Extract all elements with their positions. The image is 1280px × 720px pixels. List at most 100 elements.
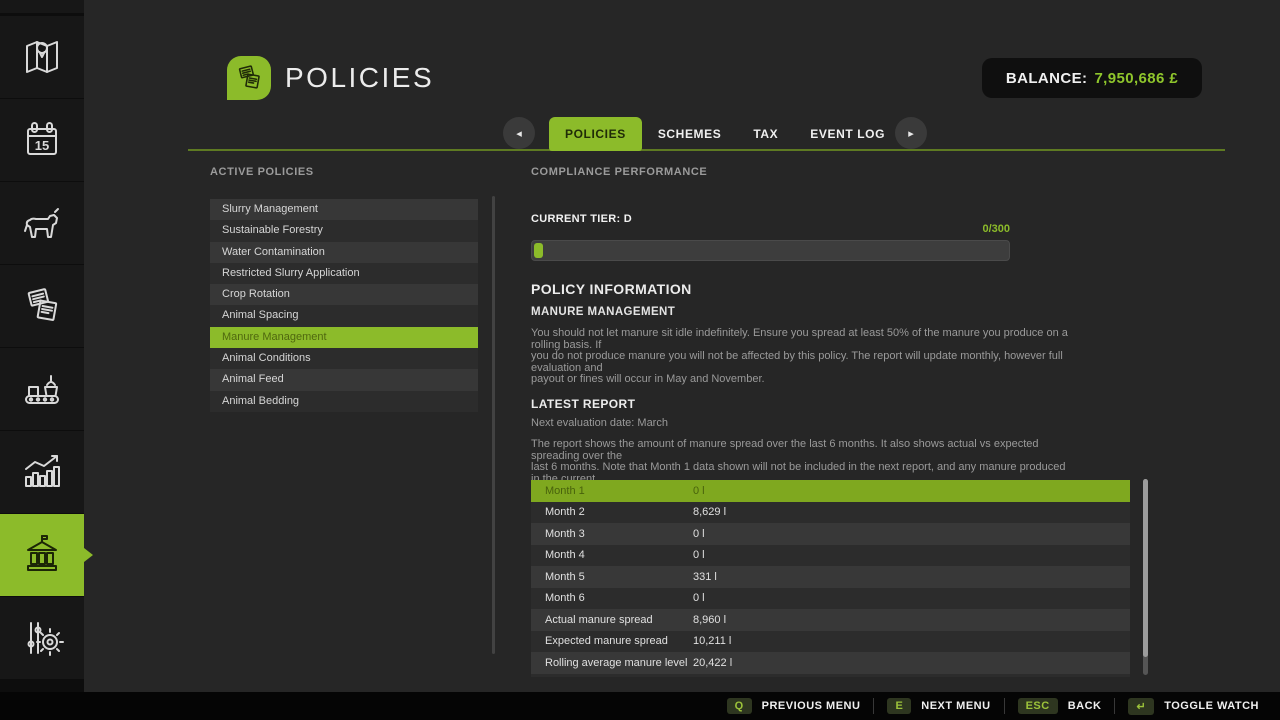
documents-icon [232,61,266,95]
tier-score: 0/300 [531,223,1010,235]
report-row-value: 10,211 l [693,635,731,647]
sidebar-item-animals[interactable] [0,182,84,264]
policy-list-item[interactable]: Restricted Slurry Application [210,263,478,284]
table-scrollbar-track[interactable] [1143,479,1148,675]
key-badge: ESC [1018,698,1058,714]
policy-list-item[interactable]: Crop Rotation [210,284,478,305]
report-row-value: 0 l [693,549,705,561]
report-table-row: Month 5 331 l [531,566,1130,588]
report-row-value: 0 l [693,528,705,540]
tab[interactable]: SCHEMES [642,117,738,151]
report-row-value: 8,960 l [693,614,726,626]
compliance-progress-bar [531,240,1010,261]
report-table-row: Actual manure spread 8,960 l [531,609,1130,631]
tab-prev-button[interactable]: ◂ [503,117,535,149]
report-table-row: Month 3 0 l [531,523,1130,545]
policies-app-icon [227,56,271,100]
report-table-row: Rolling average manure level 20,422 l [531,652,1130,674]
sidebar-item-map[interactable] [0,16,84,98]
sidebar-item-partial [0,0,84,13]
report-table: Month 1 0 l Month 2 8,629 l Month 3 0 l … [531,480,1130,677]
sidebar-item-calendar[interactable]: 15 [0,99,84,181]
report-table-row [531,674,1130,678]
sidebar-item-settings[interactable] [0,597,84,679]
policy-list-item[interactable]: Animal Spacing [210,305,478,326]
compliance-section-title: COMPLIANCE PERFORMANCE [531,166,707,178]
sidebar-item-production[interactable] [0,348,84,430]
report-row-label: Month 5 [531,571,693,583]
shortcut-label: TOGGLE WATCH [1164,700,1259,712]
statistics-icon [18,448,66,496]
report-table-row: Month 2 8,629 l [531,502,1130,524]
report-row-label: Month 1 [531,485,693,497]
balance-value: 7,950,686 £ [1094,70,1178,87]
report-table-row: Month 1 0 l [531,480,1130,502]
report-row-label: Actual manure spread [531,614,693,626]
svg-text:15: 15 [35,138,49,153]
report-table-row: Month 6 0 l [531,588,1130,610]
latest-report-title: LATEST REPORT [531,397,635,411]
report-row-value: 331 l [693,571,717,583]
report-row-label: Month 3 [531,528,693,540]
tab[interactable]: EVENT LOG [794,117,901,151]
map-icon [18,33,66,81]
report-table-row: Month 4 0 l [531,545,1130,567]
report-row-label: Expected manure spread [531,635,693,647]
policy-list-item[interactable]: Slurry Management [210,199,478,220]
policy-description: You should not let manure sit idle indef… [531,328,1076,386]
policy-list-item[interactable]: Sustainable Forestry [210,220,478,241]
policy-info-title: POLICY INFORMATION [531,281,692,297]
tab[interactable]: POLICIES [549,117,642,151]
settings-icon [18,614,66,662]
report-row-label: Month 2 [531,506,693,518]
report-row-value: 0 l [693,485,705,497]
footer-shortcut[interactable]: E NEXT MENU [873,698,1003,714]
report-row-value: 8,629 l [693,506,726,518]
policy-list-item[interactable]: Animal Feed [210,369,478,390]
shortcut-label: PREVIOUS MENU [762,700,861,712]
contracts-icon [18,282,66,330]
shortcut-label: BACK [1068,700,1102,712]
policy-name: MANURE MANAGEMENT [531,306,675,318]
active-policies-title: ACTIVE POLICIES [210,166,314,178]
report-table-row: Expected manure spread 10,211 l [531,631,1130,653]
calendar-icon: 15 [18,116,66,164]
key-badge: Q [727,698,752,714]
key-badge: E [887,698,911,714]
page-title: POLICIES [285,62,434,94]
balance-display: BALANCE: 7,950,686 £ [982,58,1202,98]
arrow-right-icon: ▸ [908,127,914,140]
balance-label: BALANCE: [1006,70,1088,87]
policy-list-item[interactable]: Water Contamination [210,242,478,263]
key-badge: ↵ [1128,698,1154,715]
shortcut-label: NEXT MENU [921,700,990,712]
next-evaluation-date: Next evaluation date: March [531,417,668,429]
main-menu-sidebar: 15 [0,0,84,692]
active-menu-pointer-icon [84,548,93,562]
production-icon [18,365,66,413]
policy-list-item[interactable]: Animal Conditions [210,348,478,369]
animals-icon [18,199,66,247]
compliance-progress-fill [534,243,543,258]
sidebar-item-finances[interactable] [0,514,84,596]
footer-keybar: Q PREVIOUS MENU E NEXT MENU ESC BACK ↵ T… [0,692,1280,720]
policy-list-item[interactable]: Manure Management [210,327,478,348]
panel-scrollbar[interactable] [492,196,495,654]
active-policies-list: Slurry ManagementSustainable ForestryWat… [210,199,478,412]
policy-list-item[interactable]: Animal Bedding [210,391,478,412]
finances-icon [18,531,66,579]
footer-shortcut[interactable]: ESC BACK [1004,698,1115,714]
footer-shortcut[interactable]: Q PREVIOUS MENU [714,698,874,714]
table-scrollbar-thumb[interactable] [1143,479,1148,657]
sidebar-item-statistics[interactable] [0,431,84,513]
report-row-value: 20,422 l [693,657,732,669]
tab[interactable]: TAX [737,117,794,151]
arrow-left-icon: ◂ [516,127,522,140]
report-row-label: Month 4 [531,549,693,561]
footer-shortcut[interactable]: ↵ TOGGLE WATCH [1114,698,1272,714]
sidebar-item-contracts[interactable] [0,265,84,347]
report-row-label: Month 6 [531,592,693,604]
tab-bar: POLICIESSCHEMESTAXEVENT LOG [549,117,901,151]
report-row-label: Rolling average manure level [531,657,693,669]
report-row-value: 0 l [693,592,705,604]
